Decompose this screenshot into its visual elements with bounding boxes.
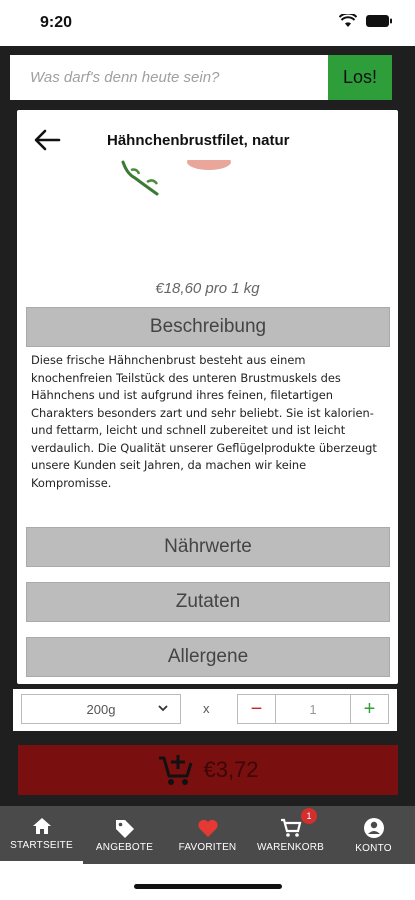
search-button[interactable]: Los! <box>328 55 392 100</box>
quantity-value[interactable]: 1 <box>276 695 350 723</box>
ingredients-section-button[interactable]: Zutaten <box>26 582 390 622</box>
nav-label-cart: WARENKORB <box>257 841 324 853</box>
home-indicator[interactable] <box>134 884 282 889</box>
battery-icon <box>366 15 392 27</box>
nav-label-account: KONTO <box>355 842 392 854</box>
product-description: Diese frische Hähnchenbrust besteht aus … <box>31 353 377 490</box>
nav-item-cart[interactable]: 1 WARENKORB <box>249 806 332 864</box>
nav-label-home: STARTSEITE <box>10 840 73 851</box>
nav-label-favorites: FAVORITEN <box>178 841 237 853</box>
chevron-down-icon <box>158 705 168 712</box>
account-icon <box>363 817 384 838</box>
description-section-button[interactable]: Beschreibung <box>26 307 390 347</box>
nav-item-favorites[interactable]: FAVORITEN <box>166 806 249 864</box>
nav-label-offers: ANGEBOTE <box>95 841 154 853</box>
nav-item-offers[interactable]: ANGEBOTE <box>83 806 166 864</box>
home-indicator-area <box>0 864 415 900</box>
quantity-row: 200g x − 1 + <box>13 689 397 731</box>
status-time: 9:20 <box>40 14 73 31</box>
weight-select[interactable]: 200g <box>21 694 181 724</box>
status-icons <box>339 14 393 28</box>
bottom-navigation: STARTSEITE ANGEBOTE FAVORITEN 1 WARENKOR… <box>0 806 415 864</box>
quantity-stepper: − 1 + <box>237 694 389 724</box>
heart-icon <box>197 819 218 837</box>
nav-item-home[interactable]: STARTSEITE <box>0 806 83 864</box>
cart-icon <box>280 818 301 837</box>
increase-quantity-button[interactable]: + <box>350 695 388 723</box>
wifi-icon <box>339 14 357 27</box>
tag-icon <box>115 819 134 838</box>
search-input[interactable] <box>10 55 328 100</box>
nav-item-account[interactable]: KONTO <box>332 806 415 864</box>
add-to-cart-button[interactable]: €3,72 <box>18 745 398 795</box>
decrease-quantity-button[interactable]: − <box>238 695 276 723</box>
price-per-kg: €18,60 pro 1 kg <box>155 280 260 297</box>
times-symbol: x <box>203 701 210 716</box>
add-to-cart-icon <box>159 755 193 785</box>
nutrition-section-button[interactable]: Nährwerte <box>26 527 390 567</box>
home-icon <box>32 818 51 834</box>
status-bar: 9:20 <box>0 0 415 46</box>
cart-total-price: €3,72 <box>203 757 259 782</box>
product-title: Hähnchenbrustfilet, natur <box>107 132 290 149</box>
cart-badge: 1 <box>301 808 317 824</box>
allergens-section-button[interactable]: Allergene <box>26 637 390 677</box>
product-card: Hähnchenbrustfilet, natur €18,60 pro 1 k… <box>17 110 398 684</box>
search-bar: Los! <box>10 55 392 100</box>
weight-select-value: 200g <box>86 701 116 717</box>
product-image <box>121 160 231 196</box>
back-arrow-icon[interactable] <box>31 124 63 156</box>
